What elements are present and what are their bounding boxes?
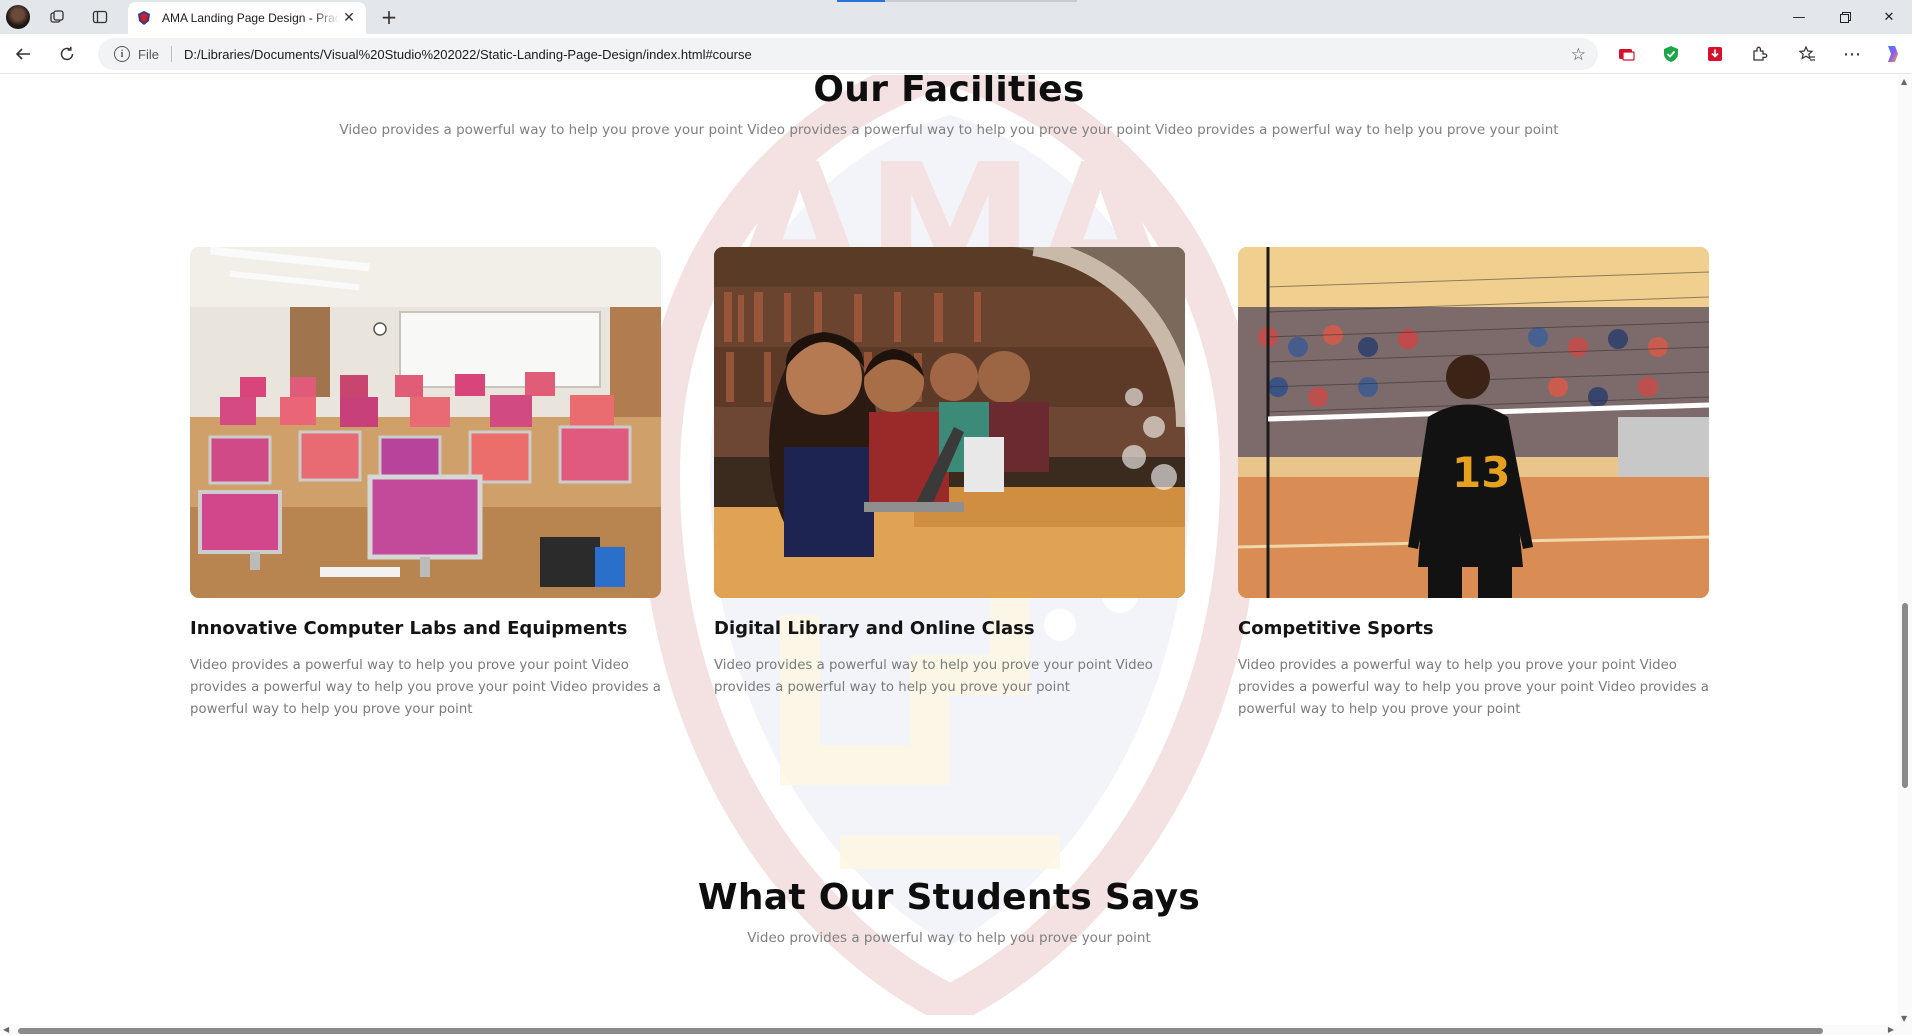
close-icon[interactable]: ✕ [340,9,358,27]
address-bar[interactable]: i File D:/Libraries/Documents/Visual%20S… [98,38,1598,70]
restore-icon[interactable] [1822,0,1868,34]
facility-card-library: Digital Library and Online Class Video p… [714,247,1185,699]
shield-check-icon[interactable] [1660,43,1682,65]
horizontal-scroll-thumb[interactable] [18,1028,1823,1034]
tab-strip-divider [885,0,1077,2]
facility-card-text: Video provides a powerful way to help yo… [190,658,661,717]
info-icon[interactable]: i [114,46,130,62]
facility-card-computer-lab: Innovative Computer Labs and Equipments … [190,247,661,721]
shield-favicon [138,11,150,25]
star-icon[interactable]: ☆ [1571,45,1586,65]
url-separator [170,46,172,62]
url-protocol: File [138,46,159,62]
back-icon[interactable] [10,42,36,66]
new-tab-icon[interactable]: + [378,6,400,28]
vertical-scrollbar[interactable]: ▲ ▼ [1898,75,1912,1025]
facility-card-title: Digital Library and Online Class [714,618,1035,639]
scroll-right-icon[interactable]: ▶ [1888,1025,1894,1034]
scroll-down-icon[interactable]: ▼ [1901,1014,1907,1023]
copilot-icon[interactable] [1882,43,1904,65]
browser-toolbar: i File D:/Libraries/Documents/Visual%20S… [0,34,1912,74]
vertical-scroll-thumb[interactable] [1902,603,1908,788]
facilities-title: Our Facilities [813,75,1085,110]
tab-bar: AMA Landing Page Design - Practice ✕ + —… [0,0,1912,34]
download-icon[interactable] [1704,43,1726,65]
testimonials-subtitle: Video provides a powerful way to help yo… [747,930,1151,946]
testimonials-header: What Our Students Says Video provides a … [0,877,1898,946]
minimize-icon[interactable]: — [1776,0,1822,34]
jersey-number: 13 [1452,448,1510,497]
facility-cards: Innovative Computer Labs and Equipments … [190,247,1710,727]
refresh-icon[interactable] [54,42,80,66]
facilities-header: Our Facilities Video provides a powerful… [0,75,1898,138]
facilities-subtitle: Video provides a powerful way to help yo… [339,122,1559,138]
volleyball-player-photo: 13 [1238,247,1709,598]
more-icon[interactable]: ⋯ [1841,43,1863,65]
library-students-photo [714,247,1185,598]
tab-actions-icon[interactable] [89,6,111,28]
facility-card-sports: 13 Competitive Sports Video provides a p… [1238,247,1709,721]
close-window-icon[interactable]: ✕ [1866,0,1912,34]
active-tab[interactable]: AMA Landing Page Design - Practice ✕ [128,2,366,34]
horizontal-scrollbar[interactable]: ◀ ▶ [0,1025,1912,1035]
scroll-up-icon[interactable]: ▲ [1901,77,1907,86]
url-text[interactable]: D:/Libraries/Documents/Visual%20Studio%2… [184,47,752,62]
collections-icon[interactable] [1616,43,1638,65]
extensions-icon[interactable] [1748,43,1770,65]
workspaces-icon[interactable] [46,6,68,28]
scroll-left-icon[interactable]: ◀ [3,1025,9,1034]
page-viewport: AMA Our Facilities Video provides a powe… [0,75,1898,1025]
facility-card-text: Video provides a powerful way to help yo… [714,658,1153,695]
avatar[interactable] [6,5,30,29]
favorites-icon[interactable] [1796,43,1818,65]
facility-card-title: Competitive Sports [1238,618,1434,639]
computer-lab-photo [190,247,661,598]
tab-loading-indicator [837,0,885,2]
tab-title: AMA Landing Page Design - Practice [162,11,340,25]
testimonials-title: What Our Students Says [697,877,1201,918]
facility-card-text: Video provides a powerful way to help yo… [1238,658,1709,717]
facility-card-title: Innovative Computer Labs and Equipments [190,618,628,639]
